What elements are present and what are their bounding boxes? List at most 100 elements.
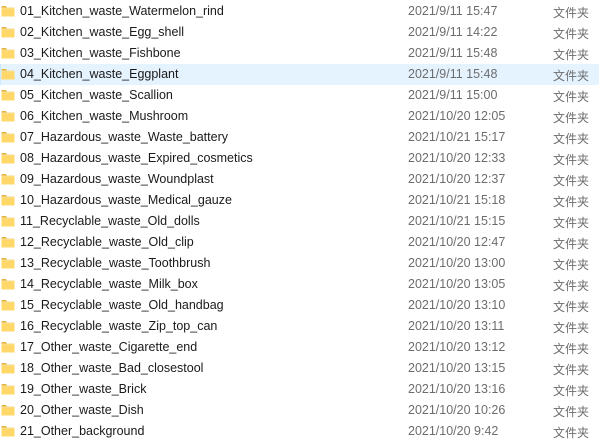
folder-name: 19_Other_waste_Brick [20, 382, 147, 396]
folder-row-09[interactable]: 09_Hazardous_waste_Woundplast 2021/10/20… [0, 169, 599, 190]
folder-row-21[interactable]: 21_Other_background 2021/10/20 9:42 文件夹 [0, 421, 599, 442]
folder-row-05[interactable]: 05_Kitchen_waste_Scallion 2021/9/11 15:0… [0, 85, 599, 106]
folder-name: 15_Recyclable_waste_Old_handbag [20, 298, 224, 312]
folder-name: 17_Other_waste_Cigarette_end [20, 340, 198, 354]
folder-icon [1, 89, 15, 101]
folder-name: 05_Kitchen_waste_Scallion [20, 88, 173, 102]
item-type: 文件夹 [553, 342, 590, 356]
item-type: 文件夹 [553, 195, 590, 209]
folder-icon [1, 299, 15, 311]
folder-name: 04_Kitchen_waste_Eggplant [20, 67, 179, 81]
date-modified: 2021/9/11 15:00 [408, 88, 498, 102]
folder-name: 02_Kitchen_waste_Egg_shell [20, 25, 185, 39]
folder-row-11[interactable]: 11_Recyclable_waste_Old_dolls 2021/10/21… [0, 211, 599, 232]
item-type: 文件夹 [553, 90, 590, 104]
folder-row-06[interactable]: 06_Kitchen_waste_Mushroom 2021/10/20 12:… [0, 106, 599, 127]
folder-icon [1, 404, 15, 416]
date-modified: 2021/10/20 13:10 [408, 298, 506, 312]
folder-row-20[interactable]: 20_Other_waste_Dish 2021/10/20 10:26 文件夹 [0, 400, 599, 421]
folder-name: 08_Hazardous_waste_Expired_cosmetics [20, 151, 253, 165]
folder-icon [1, 362, 15, 374]
folder-icon [1, 236, 15, 248]
date-modified: 2021/10/21 15:18 [408, 193, 506, 207]
folder-row-13[interactable]: 13_Recyclable_waste_Toothbrush 2021/10/2… [0, 253, 599, 274]
folder-icon [1, 26, 15, 38]
folder-row-03[interactable]: 03_Kitchen_waste_Fishbone 2021/9/11 15:4… [0, 43, 599, 64]
folder-row-01[interactable]: 01_Kitchen_waste_Watermelon_rind 2021/9/… [0, 1, 599, 22]
folder-icon [1, 257, 15, 269]
folder-icon [1, 278, 15, 290]
folder-row-08[interactable]: 08_Hazardous_waste_Expired_cosmetics 202… [0, 148, 599, 169]
folder-icon [1, 194, 15, 206]
item-type: 文件夹 [553, 363, 590, 377]
folder-icon [1, 215, 15, 227]
folder-row-17[interactable]: 17_Other_waste_Cigarette_end 2021/10/20 … [0, 337, 599, 358]
folder-name: 11_Recyclable_waste_Old_dolls [20, 214, 200, 228]
item-type: 文件夹 [553, 27, 590, 41]
date-modified: 2021/10/20 9:42 [408, 424, 499, 438]
item-type: 文件夹 [553, 216, 590, 230]
item-type: 文件夹 [553, 321, 590, 335]
item-type: 文件夹 [553, 384, 590, 398]
date-modified: 2021/10/20 13:12 [408, 340, 506, 354]
folder-icon [1, 425, 15, 437]
folder-name: 01_Kitchen_waste_Watermelon_rind [20, 4, 224, 18]
folder-name: 06_Kitchen_waste_Mushroom [20, 109, 189, 123]
folder-row-04[interactable]: 04_Kitchen_waste_Eggplant 2021/9/11 15:4… [0, 64, 599, 85]
date-modified: 2021/10/20 13:11 [408, 319, 505, 333]
folder-icon [1, 383, 15, 395]
folder-name: 10_Hazardous_waste_Medical_gauze [20, 193, 232, 207]
folder-name: 20_Other_waste_Dish [20, 403, 144, 417]
date-modified: 2021/10/20 12:37 [408, 172, 506, 186]
folder-row-07[interactable]: 07_Hazardous_waste_Waste_battery 2021/10… [0, 127, 599, 148]
folder-name: 07_Hazardous_waste_Waste_battery [20, 130, 228, 144]
folder-icon [1, 131, 15, 143]
folder-name: 03_Kitchen_waste_Fishbone [20, 46, 181, 60]
folder-row-15[interactable]: 15_Recyclable_waste_Old_handbag 2021/10/… [0, 295, 599, 316]
folder-name: 09_Hazardous_waste_Woundplast [20, 172, 214, 186]
folder-icon [1, 110, 15, 122]
folder-name: 21_Other_background [20, 424, 145, 438]
folder-name: 16_Recyclable_waste_Zip_top_can [20, 319, 218, 333]
folder-icon [1, 341, 15, 353]
folder-row-10[interactable]: 10_Hazardous_waste_Medical_gauze 2021/10… [0, 190, 599, 211]
folder-row-14[interactable]: 14_Recyclable_waste_Milk_box 2021/10/20 … [0, 274, 599, 295]
item-type: 文件夹 [553, 6, 590, 20]
item-type: 文件夹 [553, 153, 590, 167]
item-type: 文件夹 [553, 237, 590, 251]
folder-row-12[interactable]: 12_Recyclable_waste_Old_clip 2021/10/20 … [0, 232, 599, 253]
folder-name: 12_Recyclable_waste_Old_clip [20, 235, 194, 249]
date-modified: 2021/9/11 15:48 [408, 46, 498, 60]
folder-icon [1, 5, 15, 17]
folder-icon [1, 68, 15, 80]
folder-icon [1, 152, 15, 164]
date-modified: 2021/10/21 15:17 [408, 130, 506, 144]
folder-row-18[interactable]: 18_Other_waste_Bad_closestool 2021/10/20… [0, 358, 599, 379]
item-type: 文件夹 [553, 426, 590, 440]
item-type: 文件夹 [553, 258, 590, 272]
folder-icon [1, 173, 15, 185]
date-modified: 2021/10/20 12:33 [408, 151, 506, 165]
file-list: 01_Kitchen_waste_Watermelon_rind 2021/9/… [0, 1, 599, 442]
item-type: 文件夹 [553, 132, 590, 146]
date-modified: 2021/10/20 13:15 [408, 361, 506, 375]
date-modified: 2021/10/20 13:16 [408, 382, 506, 396]
date-modified: 2021/10/20 12:47 [408, 235, 506, 249]
folder-icon [1, 47, 15, 59]
folder-row-16[interactable]: 16_Recyclable_waste_Zip_top_can 2021/10/… [0, 316, 599, 337]
date-modified: 2021/10/20 13:00 [408, 256, 506, 270]
item-type: 文件夹 [553, 48, 590, 62]
item-type: 文件夹 [553, 405, 590, 419]
date-modified: 2021/10/20 10:26 [408, 403, 506, 417]
date-modified: 2021/10/20 13:05 [408, 277, 506, 291]
date-modified: 2021/10/20 12:05 [408, 109, 506, 123]
folder-name: 18_Other_waste_Bad_closestool [20, 361, 204, 375]
item-type: 文件夹 [553, 174, 590, 188]
folder-row-19[interactable]: 19_Other_waste_Brick 2021/10/20 13:16 文件… [0, 379, 599, 400]
folder-name: 13_Recyclable_waste_Toothbrush [20, 256, 211, 270]
item-type: 文件夹 [553, 111, 590, 125]
date-modified: 2021/9/11 15:47 [408, 4, 498, 18]
date-modified: 2021/9/11 15:48 [408, 67, 498, 81]
item-type: 文件夹 [553, 279, 590, 293]
folder-row-02[interactable]: 02_Kitchen_waste_Egg_shell 2021/9/11 14:… [0, 22, 599, 43]
